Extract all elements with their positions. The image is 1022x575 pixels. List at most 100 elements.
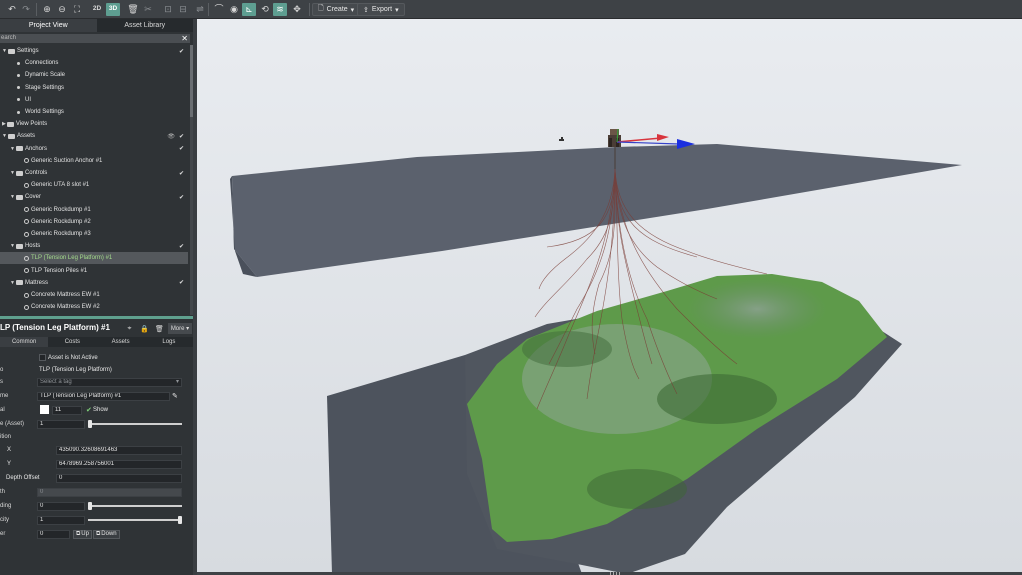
- color-index-field[interactable]: 11: [52, 405, 82, 415]
- layer-field[interactable]: 0: [37, 529, 70, 539]
- color-swatch[interactable]: [40, 405, 49, 414]
- clear-search-icon[interactable]: ✕: [181, 34, 188, 43]
- tree-row[interactable]: Generic Suction Anchor #1: [0, 155, 188, 167]
- tree-item-label: Connections: [25, 60, 59, 67]
- check-icon[interactable]: ✔: [179, 133, 184, 140]
- tab-project-view[interactable]: Project View: [0, 19, 97, 32]
- tree-expand-icon[interactable]: ▼: [2, 48, 7, 54]
- scale-slider-track[interactable]: [88, 423, 182, 425]
- visibility-icon[interactable]: 👁: [167, 133, 175, 140]
- opacity-slider-track[interactable]: [88, 519, 182, 521]
- panel-splitter[interactable]: [0, 316, 193, 319]
- create-menu[interactable]: 🗋 Create ▾: [312, 3, 361, 16]
- edit-icon[interactable]: ✎: [172, 392, 178, 400]
- tab-asset-library[interactable]: Asset Library: [97, 19, 194, 32]
- tree-expand-icon[interactable]: ▶: [2, 121, 6, 127]
- tree-row[interactable]: ▼ Anchors ✔: [0, 143, 188, 155]
- check-icon[interactable]: ✔: [179, 48, 184, 55]
- opacity-slider-knob[interactable]: [178, 516, 182, 524]
- opacity-field[interactable]: 1: [37, 515, 85, 525]
- tree-item-label: UI: [25, 96, 31, 103]
- tree-expand-icon[interactable]: ▼: [10, 243, 15, 249]
- check-icon[interactable]: ✔: [179, 243, 184, 250]
- tab-common[interactable]: Common: [0, 337, 49, 347]
- x-field[interactable]: 435090.32608691463: [56, 445, 182, 455]
- lock-icon[interactable]: 🔒: [138, 323, 151, 334]
- tree-row[interactable]: ▼ Mattress ✔: [0, 277, 188, 289]
- tree-expand-icon[interactable]: ▼: [10, 280, 15, 286]
- fit-view-icon[interactable]: ⛶: [71, 3, 83, 16]
- tree-row[interactable]: World Settings: [0, 106, 188, 118]
- tree-row[interactable]: Generic Rockdump #1: [0, 204, 188, 216]
- flip-icon[interactable]: ⇌: [194, 3, 206, 16]
- heading-slider-knob[interactable]: [88, 502, 92, 510]
- cut-icon[interactable]: ✂: [142, 3, 154, 16]
- layer-down-button[interactable]: ⧉ Down: [93, 529, 120, 539]
- tree-row[interactable]: ▼ Settings ✔: [0, 45, 188, 57]
- tree-row[interactable]: Stage Settings: [0, 82, 188, 94]
- terrain-shadow: [587, 469, 687, 509]
- heading-row: ding 0: [0, 501, 193, 511]
- zoom-in-icon[interactable]: ⊕: [41, 3, 53, 16]
- layers-icon[interactable]: ≋: [273, 3, 287, 16]
- tab-logs[interactable]: Logs: [145, 337, 193, 347]
- tree-row[interactable]: Generic UTA 8 slot #1: [0, 179, 188, 191]
- export-menu[interactable]: ⇪ Export ▾: [357, 3, 405, 16]
- water-surface-icon[interactable]: ⌒: [212, 3, 226, 16]
- tree-row[interactable]: Concrete Mattress EW #1: [0, 289, 188, 301]
- tree-row[interactable]: TLP Tension Piles #1: [0, 265, 188, 277]
- align-icon[interactable]: ⊟: [177, 3, 189, 16]
- crop-icon[interactable]: ⊡: [162, 3, 174, 16]
- tree-row[interactable]: ▼ Hosts ✔: [0, 240, 188, 252]
- tree-row[interactable]: TLP (Tension Leg Platform) #1: [0, 252, 188, 265]
- tree-row[interactable]: Concrete Mattress EW #2: [0, 301, 188, 313]
- orbit-icon[interactable]: ⟲: [258, 3, 272, 16]
- zoom-out-icon[interactable]: ⊖: [56, 3, 68, 16]
- more-button[interactable]: More ▾: [168, 323, 192, 334]
- tab-costs[interactable]: Costs: [48, 337, 96, 347]
- heading-slider-track[interactable]: [88, 505, 182, 507]
- tree-expand-icon[interactable]: ▼: [2, 133, 7, 139]
- tree-row[interactable]: Dynamic Scale: [0, 69, 188, 81]
- tree-expand-icon[interactable]: ▼: [10, 194, 15, 200]
- tree-row[interactable]: ▼ Assets 👁 ✔: [0, 130, 188, 142]
- locate-icon[interactable]: ⌖: [123, 323, 136, 334]
- tag-select[interactable]: Select a tag ▾: [37, 377, 182, 387]
- move-icon[interactable]: ✥: [290, 3, 304, 16]
- tree-expand-icon[interactable]: ▼: [10, 170, 15, 176]
- tree-row[interactable]: ▼ Controls ✔: [0, 167, 188, 179]
- tree-row[interactable]: ▼ Cover ✔: [0, 191, 188, 203]
- undo-icon[interactable]: ↶: [6, 3, 18, 16]
- 3d-viewport[interactable]: [197, 19, 1022, 574]
- delete-asset-icon[interactable]: 🗑: [153, 323, 166, 334]
- asset-icon: [24, 231, 29, 237]
- tree-row[interactable]: Generic Rockdump #2: [0, 216, 188, 228]
- tree-row[interactable]: ▶ View Points: [0, 118, 188, 130]
- y-field[interactable]: 6478969.258756001: [56, 459, 182, 469]
- redo-icon[interactable]: ↷: [20, 3, 32, 16]
- scale-field[interactable]: 1: [37, 419, 85, 429]
- heading-field[interactable]: 0: [37, 501, 85, 511]
- tree-row[interactable]: Connections: [0, 57, 188, 69]
- visibility-icon[interactable]: ◉: [227, 3, 241, 16]
- layer-up-button[interactable]: ⧉ Up: [73, 529, 92, 539]
- asset-not-active-checkbox[interactable]: [39, 354, 46, 361]
- name-field[interactable]: TLP (Tension Leg Platform) #1: [37, 391, 170, 401]
- view-2d-button[interactable]: 2D: [90, 3, 104, 16]
- check-icon[interactable]: ✔: [179, 170, 184, 177]
- tree-row[interactable]: UI: [0, 94, 188, 106]
- depth-offset-field[interactable]: 0: [56, 473, 182, 483]
- show-checkmark-icon[interactable]: ✔: [86, 406, 92, 414]
- tree-expand-icon[interactable]: ▼: [10, 146, 15, 152]
- 3d-scene[interactable]: [197, 19, 1022, 574]
- search-input[interactable]: earch ✕: [0, 34, 190, 43]
- check-icon[interactable]: ✔: [179, 145, 184, 152]
- check-icon[interactable]: ✔: [179, 279, 184, 286]
- tab-assets[interactable]: Assets: [97, 337, 145, 347]
- tree-row[interactable]: Generic Rockdump #3: [0, 228, 188, 240]
- scale-slider-knob[interactable]: [88, 420, 92, 428]
- axes-icon[interactable]: ⊾: [242, 3, 256, 16]
- view-3d-button[interactable]: 3D: [106, 3, 120, 16]
- delete-icon[interactable]: 🗑: [127, 3, 139, 16]
- check-icon[interactable]: ✔: [179, 194, 184, 201]
